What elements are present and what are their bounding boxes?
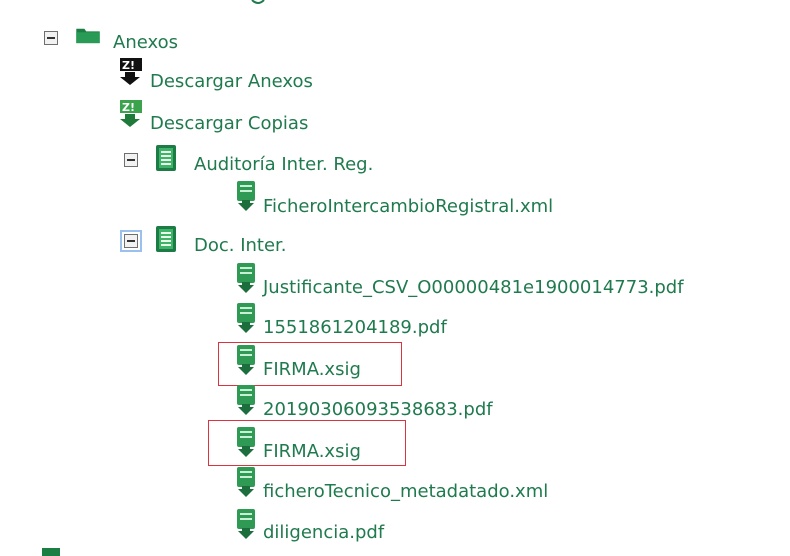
tree-node-label: Anexos — [113, 32, 178, 53]
collapse-toggle-anexos[interactable] — [44, 31, 58, 45]
zip-download-green-icon: Z! — [120, 100, 142, 127]
partial-item-top — [251, 0, 265, 4]
file-download-icon — [237, 345, 255, 375]
document-stack-icon — [156, 145, 176, 171]
folder-icon — [76, 28, 100, 44]
file-download-icon — [237, 427, 255, 457]
file-download-icon — [237, 263, 255, 293]
document-stack-icon — [156, 226, 176, 252]
collapse-toggle-doc-inter[interactable] — [120, 230, 142, 252]
file-download-icon — [237, 467, 255, 497]
zip-download-icon: Z! — [120, 58, 142, 85]
svg-text:Z!: Z! — [122, 101, 135, 114]
collapse-toggle-auditoria[interactable] — [124, 153, 138, 167]
file-download-icon — [237, 303, 255, 333]
partial-icon-bottom — [42, 548, 60, 556]
svg-text:Z!: Z! — [122, 59, 135, 72]
file-download-icon — [237, 385, 255, 415]
file-download-icon — [237, 181, 255, 211]
file-download-icon — [237, 509, 255, 539]
